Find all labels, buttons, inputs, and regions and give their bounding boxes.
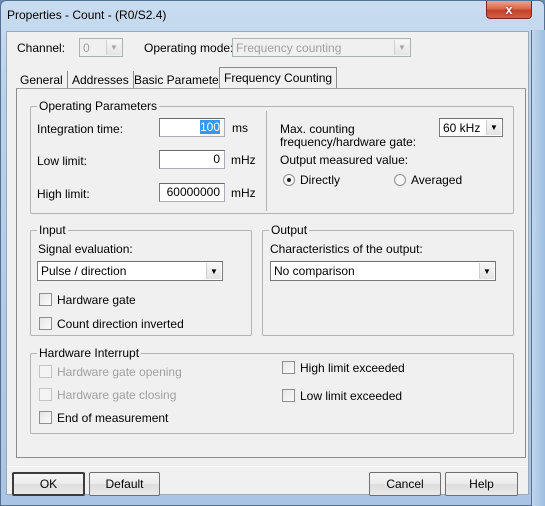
hardware-gate-opening-checkbox[interactable] bbox=[39, 365, 52, 378]
tab-addresses[interactable]: Addresses bbox=[68, 71, 134, 89]
integration-time-label: Integration time: bbox=[37, 122, 124, 136]
output-title: Output bbox=[269, 223, 310, 237]
hardware-gate-opening-label: Hardware gate opening bbox=[57, 365, 182, 379]
channel-value: 0 bbox=[83, 40, 90, 55]
channel-select[interactable]: 0 ▼ bbox=[79, 38, 123, 57]
low-limit-unit: mHz bbox=[231, 153, 256, 167]
high-limit-input[interactable]: 60000000 bbox=[159, 183, 225, 202]
hardware-interrupt-title: Hardware Interrupt bbox=[37, 346, 142, 360]
max-frequency-value: 60 kHz bbox=[443, 120, 481, 135]
output-group: Output Characteristics of the output: No… bbox=[262, 223, 514, 336]
signal-evaluation-select[interactable]: Pulse / direction ▼ bbox=[37, 261, 223, 281]
max-frequency-select[interactable]: 60 kHz ▼ bbox=[439, 118, 503, 137]
output-measured-value-label: Output measured value: bbox=[280, 153, 409, 167]
chevron-down-icon: ▼ bbox=[486, 120, 501, 135]
count-direction-inverted-label[interactable]: Count direction inverted bbox=[57, 317, 184, 331]
hardware-gate-label[interactable]: Hardware gate bbox=[57, 293, 136, 307]
properties-dialog: Properties - Count - (R0/S2.4) x Channel… bbox=[0, 0, 545, 506]
ok-button[interactable]: OK bbox=[12, 472, 85, 496]
title-bar[interactable]: Properties - Count - (R0/S2.4) x bbox=[1, 1, 544, 27]
signal-evaluation-value: Pulse / direction bbox=[41, 264, 127, 278]
operating-mode-value: Frequency counting bbox=[236, 40, 342, 55]
radio-directly-label[interactable]: Directly bbox=[300, 173, 340, 187]
high-limit-unit: mHz bbox=[231, 186, 256, 200]
cancel-button[interactable]: Cancel bbox=[369, 472, 441, 496]
vertical-divider bbox=[266, 111, 267, 211]
tab-panel-frequency-counting: Operating Parameters Integration time: 1… bbox=[16, 88, 526, 458]
chevron-down-icon: ▼ bbox=[206, 263, 221, 279]
input-group: Input Signal evaluation: Pulse / directi… bbox=[30, 223, 252, 336]
max-frequency-label-line2: frequency/hardware gate: bbox=[280, 135, 417, 149]
low-limit-label: Low limit: bbox=[37, 154, 88, 168]
count-direction-inverted-checkbox[interactable] bbox=[39, 317, 52, 330]
input-title: Input bbox=[37, 223, 68, 237]
tab-general[interactable]: General bbox=[16, 71, 68, 89]
operating-mode-select[interactable]: Frequency counting ▼ bbox=[232, 38, 411, 57]
characteristics-output-value: No comparison bbox=[274, 264, 355, 278]
window-title: Properties - Count - (R0/S2.4) bbox=[7, 8, 167, 22]
default-button[interactable]: Default bbox=[89, 472, 160, 496]
tab-frequency-counting[interactable]: Frequency Counting bbox=[219, 67, 338, 89]
hardware-gate-checkbox[interactable] bbox=[39, 293, 52, 306]
end-of-measurement-checkbox[interactable] bbox=[39, 411, 52, 424]
radio-averaged-label[interactable]: Averaged bbox=[411, 173, 462, 187]
button-divider bbox=[7, 466, 528, 467]
integration-time-value: 100 bbox=[199, 120, 220, 134]
signal-evaluation-label: Signal evaluation: bbox=[38, 242, 133, 256]
radio-averaged[interactable] bbox=[394, 174, 406, 186]
chevron-down-icon: ▼ bbox=[479, 263, 494, 279]
hardware-gate-closing-label: Hardware gate closing bbox=[57, 388, 177, 402]
characteristics-output-label: Characteristics of the output: bbox=[270, 242, 423, 256]
low-limit-input[interactable]: 0 bbox=[159, 150, 225, 169]
high-limit-exceeded-label[interactable]: High limit exceeded bbox=[300, 361, 405, 375]
chevron-down-icon: ▼ bbox=[106, 40, 121, 55]
hardware-gate-closing-checkbox[interactable] bbox=[39, 388, 52, 401]
radio-directly[interactable] bbox=[283, 174, 295, 186]
operating-mode-label: Operating mode: bbox=[144, 41, 234, 55]
chevron-down-icon: ▼ bbox=[394, 40, 409, 55]
dialog-client-area: Channel: 0 ▼ Operating mode: Frequency c… bbox=[6, 31, 529, 496]
background-window-edge bbox=[531, 30, 545, 506]
channel-label: Channel: bbox=[17, 41, 66, 55]
integration-time-unit: ms bbox=[232, 121, 248, 135]
operating-parameters-group: Operating Parameters Integration time: 1… bbox=[30, 99, 514, 214]
low-limit-exceeded-checkbox[interactable] bbox=[282, 389, 295, 402]
high-limit-exceeded-checkbox[interactable] bbox=[282, 361, 295, 374]
operating-parameters-title: Operating Parameters bbox=[37, 99, 160, 113]
low-limit-exceeded-label[interactable]: Low limit exceeded bbox=[300, 389, 402, 403]
close-icon: x bbox=[505, 2, 513, 17]
hardware-interrupt-group: Hardware Interrupt Hardware gate opening… bbox=[30, 346, 514, 434]
integration-time-input[interactable]: 100 bbox=[159, 118, 225, 137]
characteristics-output-select[interactable]: No comparison ▼ bbox=[270, 261, 496, 281]
high-limit-label: High limit: bbox=[37, 187, 90, 201]
end-of-measurement-label[interactable]: End of measurement bbox=[57, 411, 168, 425]
max-frequency-label-line1: Max. counting bbox=[280, 122, 355, 136]
close-button[interactable]: x bbox=[486, 1, 532, 19]
help-button[interactable]: Help bbox=[445, 472, 518, 496]
